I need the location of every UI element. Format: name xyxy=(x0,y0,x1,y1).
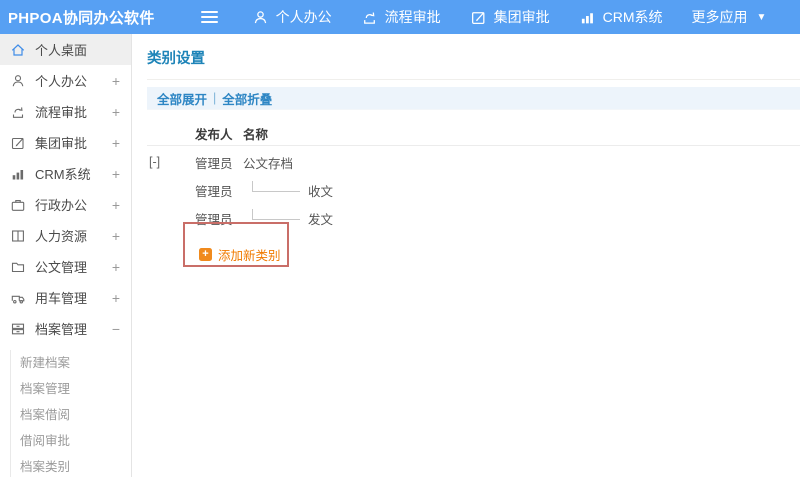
sidebar-item-document-management[interactable]: 公文管理 + xyxy=(0,251,131,282)
toolbar: 全部展开 | 全部折叠 xyxy=(147,87,800,110)
chart-icon xyxy=(10,166,26,182)
archive-icon xyxy=(10,321,26,337)
expand-plus-icon[interactable]: + xyxy=(112,198,120,212)
title-divider xyxy=(147,79,800,80)
publisher-cell: 管理员 xyxy=(195,212,233,227)
category-name-cell: 公文存档 xyxy=(243,156,294,171)
collapse-minus-icon[interactable]: − xyxy=(112,322,120,336)
car-icon xyxy=(10,290,26,306)
sidebar-item-label: 档案管理 xyxy=(35,322,88,337)
nav-crm-system[interactable]: CRM系统 xyxy=(579,7,663,27)
sidebar-item-label: 集团审批 xyxy=(35,136,88,151)
category-table: 发布人 名称 [-] 管理员 公文存档 管理员 收文 管理员 发文 xyxy=(147,122,800,232)
expand-all-link[interactable]: 全部展开 xyxy=(157,89,207,108)
sidebar-item-label: 行政办公 xyxy=(35,198,88,213)
nav-label: CRM系统 xyxy=(602,9,663,25)
flow-icon xyxy=(361,9,378,26)
sidebar-item-process-approval[interactable]: 流程审批 + xyxy=(0,96,131,127)
sidebar-subitem-archive-category[interactable]: 档案类别 xyxy=(20,454,131,477)
sidebar-item-label: 个人办公 xyxy=(35,74,88,89)
nav-label: 流程审批 xyxy=(384,9,441,25)
plus-icon: + xyxy=(199,248,212,261)
sidebar-item-personal-office[interactable]: 个人办公 + xyxy=(0,65,131,96)
expand-plus-icon[interactable]: + xyxy=(112,167,120,181)
sidebar-subitem-archive-management[interactable]: 档案管理 xyxy=(20,376,131,402)
sidebar-item-label: 用车管理 xyxy=(35,291,88,306)
edit-icon xyxy=(10,135,26,151)
sidebar-item-label: CRM系统 xyxy=(35,167,91,182)
sidebar: 个人桌面 个人办公 + 流程审批 + 集团审批 + CRM系统 + 行政办公 +… xyxy=(0,34,132,477)
sidebar-item-label: 公文管理 xyxy=(35,260,88,275)
publisher-column-header: 发布人 xyxy=(195,128,233,142)
tree-branch-line xyxy=(252,208,300,220)
publisher-cell: 管理员 xyxy=(195,156,233,171)
category-name-cell: 发文 xyxy=(243,208,334,228)
book-icon xyxy=(10,228,26,244)
nav-more-apps[interactable]: 更多应用 ▼ xyxy=(692,7,767,27)
name-column-header: 名称 xyxy=(243,128,269,142)
sidebar-item-label: 个人桌面 xyxy=(35,43,88,58)
table-row: 管理员 发文 xyxy=(147,204,800,232)
sidebar-item-personal-desktop[interactable]: 个人桌面 xyxy=(0,34,131,65)
app-logo: PHPOA协同办公软件 xyxy=(8,9,155,27)
sidebar-item-crm-system[interactable]: CRM系统 + xyxy=(0,158,131,189)
main-content: 类别设置 全部展开 | 全部折叠 发布人 名称 [-] 管理员 公文存档 管理员… xyxy=(132,34,800,477)
nav-label: 更多应用 xyxy=(691,9,748,25)
category-name-label: 收文 xyxy=(308,184,334,199)
expand-plus-icon[interactable]: + xyxy=(112,260,120,274)
collapse-toggle[interactable]: [-] xyxy=(147,155,195,169)
expand-plus-icon[interactable]: + xyxy=(112,136,120,150)
table-header-row: 发布人 名称 xyxy=(147,122,800,146)
sidebar-item-label: 人力资源 xyxy=(35,229,88,244)
sidebar-submenu-archive: 新建档案 档案管理 档案借阅 借阅审批 档案类别 xyxy=(10,350,131,477)
caret-down-icon: ▼ xyxy=(756,11,767,23)
table-row: [-] 管理员 公文存档 xyxy=(147,148,800,176)
page-title: 类别设置 xyxy=(147,51,205,67)
publisher-cell: 管理员 xyxy=(195,184,233,199)
sidebar-subitem-new-archive[interactable]: 新建档案 xyxy=(20,350,131,376)
sidebar-item-human-resources[interactable]: 人力资源 + xyxy=(0,220,131,251)
edit-icon xyxy=(470,9,487,26)
flow-icon xyxy=(10,104,26,120)
nav-personal-office[interactable]: 个人办公 xyxy=(252,7,332,27)
toolbar-separator: | xyxy=(213,91,217,105)
collapse-all-link[interactable]: 全部折叠 xyxy=(222,89,272,108)
nav-group-approval[interactable]: 集团审批 xyxy=(470,7,550,27)
hamburger-menu-icon[interactable] xyxy=(200,11,218,23)
nav-label: 个人办公 xyxy=(275,9,332,25)
category-name-cell: 收文 xyxy=(243,180,334,200)
nav-process-approval[interactable]: 流程审批 xyxy=(361,7,441,27)
folder-icon xyxy=(10,259,26,275)
category-name-label: 发文 xyxy=(308,212,334,227)
sidebar-item-vehicle-management[interactable]: 用车管理 + xyxy=(0,282,131,313)
expand-plus-icon[interactable]: + xyxy=(112,291,120,305)
person-icon xyxy=(10,73,26,89)
add-category-button[interactable]: + 添加新类别 xyxy=(199,245,281,264)
home-icon xyxy=(10,42,26,58)
nav-label: 集团审批 xyxy=(493,9,550,25)
sidebar-item-label: 流程审批 xyxy=(35,105,88,120)
sidebar-subitem-borrow-approval[interactable]: 借阅审批 xyxy=(20,428,131,454)
person-icon xyxy=(252,9,269,26)
add-category-label: 添加新类别 xyxy=(218,249,281,263)
expand-plus-icon[interactable]: + xyxy=(112,74,120,88)
tree-branch-line xyxy=(252,180,300,192)
sidebar-item-group-approval[interactable]: 集团审批 + xyxy=(0,127,131,158)
app-window: PHPOA协同办公软件 个人办公 流程审批 集团审批 CRM系统 更多应用 ▼ … xyxy=(0,0,800,477)
top-bar: PHPOA协同办公软件 个人办公 流程审批 集团审批 CRM系统 更多应用 ▼ xyxy=(0,0,800,34)
top-nav: 个人办公 流程审批 集团审批 CRM系统 更多应用 ▼ xyxy=(252,7,767,27)
table-row: 管理员 收文 xyxy=(147,176,800,204)
chart-icon xyxy=(579,9,596,26)
sidebar-item-archive-management[interactable]: 档案管理 − xyxy=(0,313,131,344)
expand-plus-icon[interactable]: + xyxy=(112,229,120,243)
sidebar-subitem-archive-borrow[interactable]: 档案借阅 xyxy=(20,402,131,428)
briefcase-icon xyxy=(10,197,26,213)
sidebar-item-admin-office[interactable]: 行政办公 + xyxy=(0,189,131,220)
expand-plus-icon[interactable]: + xyxy=(112,105,120,119)
